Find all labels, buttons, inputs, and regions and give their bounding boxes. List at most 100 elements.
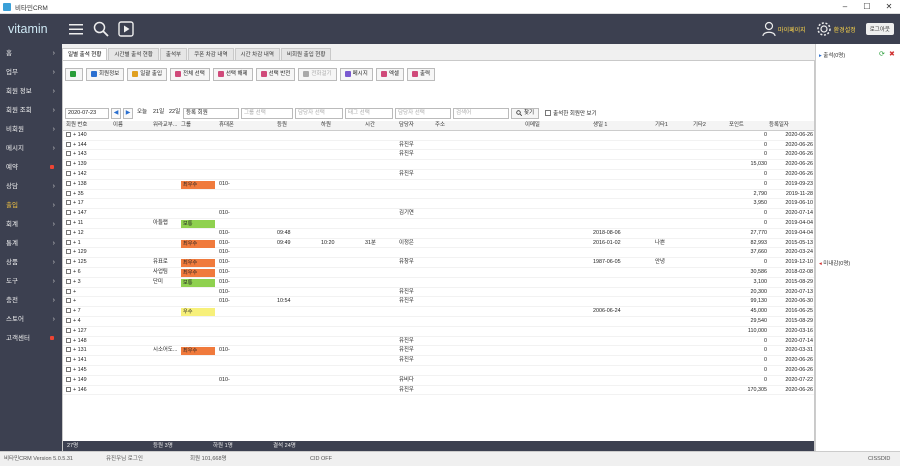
toolbar-button[interactable]: 출력	[406, 67, 436, 81]
day-21[interactable]: 21일	[151, 107, 165, 119]
settings-button[interactable]: 환경설정	[816, 21, 856, 37]
row-checkbox[interactable]	[66, 220, 71, 226]
table-row[interactable]: + 142 유진우 0 2020-06-26	[63, 170, 814, 180]
sidebar-item[interactable]: 회계 ›	[0, 215, 62, 234]
table-row[interactable]: + 125 유표로 최우수 010- 유창우 1987-06-05 안녕 0 2019-12-1…	[63, 258, 814, 268]
sidebar-item[interactable]: 회원 조회 ›	[0, 101, 62, 120]
row-checkbox[interactable]	[66, 131, 71, 137]
row-checkbox[interactable]	[66, 337, 71, 343]
row-checkbox[interactable]	[66, 161, 71, 167]
toolbar-button[interactable]: 일괄 출입	[127, 67, 168, 81]
column-header[interactable]: 회원 번호	[66, 121, 112, 131]
search-button[interactable]: 찾기	[511, 107, 540, 119]
tab[interactable]: 시간별 출석 현황	[108, 48, 159, 60]
minimize-button[interactable]: –	[834, 0, 856, 14]
close-button[interactable]: ✕	[878, 0, 900, 14]
table-row[interactable]: + 147 010- 김기연 0 2020-07-14	[63, 209, 814, 219]
table-row[interactable]: + 148 유진우 0 2020-07-14	[63, 337, 814, 347]
day-22[interactable]: 22일	[167, 107, 181, 119]
tag-select[interactable]: 태그 선택	[345, 107, 393, 119]
row-checkbox[interactable]	[66, 200, 71, 206]
table-row[interactable]: + 010- 10:54 유진우 99,130 2020-06-30	[63, 297, 814, 308]
row-checkbox[interactable]	[66, 171, 71, 177]
manager-select[interactable]: 담당자 선택	[295, 107, 343, 119]
column-header[interactable]: 생일 1	[593, 121, 649, 131]
table-row[interactable]: + 3 단미 보통 010- 3,100 2015-08-29	[63, 278, 814, 288]
row-checkbox[interactable]	[66, 298, 71, 304]
attended-panel-header[interactable]: ▸ 출석(0명)	[819, 51, 845, 59]
row-checkbox[interactable]	[66, 210, 71, 216]
row-checkbox[interactable]	[66, 239, 71, 245]
keyword-input[interactable]: 검색어	[453, 107, 509, 119]
logout-button[interactable]: 로그아웃	[865, 23, 894, 35]
toolbar-button[interactable]: 회원정보	[86, 67, 125, 81]
table-row[interactable]: + 127 110,000 2020-03-16	[63, 327, 814, 337]
row-checkbox[interactable]	[66, 151, 71, 157]
toolbar-button[interactable]: 엑셀	[375, 67, 404, 81]
maximize-button[interactable]: ☐	[856, 0, 878, 14]
row-checkbox[interactable]	[66, 180, 71, 186]
table-row[interactable]: + 6 사업팀 최우수 010- 30,586 2018-02-08	[63, 268, 814, 278]
sidebar-item[interactable]: 고객센터	[0, 329, 62, 348]
sidebar-item[interactable]: 충전 ›	[0, 291, 62, 310]
toolbar-button[interactable]	[65, 67, 83, 81]
column-header[interactable]: 담당자	[399, 121, 431, 131]
row-checkbox[interactable]	[66, 278, 71, 284]
column-header[interactable]: 워라교부...	[153, 121, 181, 131]
sidebar-item[interactable]: 상담 ›	[0, 177, 62, 196]
row-checkbox[interactable]	[66, 318, 71, 324]
row-checkbox[interactable]	[66, 269, 71, 275]
mypage-button[interactable]: 마이페이지	[762, 21, 806, 37]
today-label[interactable]: 오늘	[135, 107, 149, 119]
column-header[interactable]: 그룹	[181, 121, 219, 131]
table-row[interactable]: + 010- 유진우 20,300 2020-07-13	[63, 288, 814, 298]
row-checkbox[interactable]	[66, 288, 71, 294]
tab[interactable]: 일별 출석 현황	[62, 48, 108, 60]
table-row[interactable]: + 139 15,030 2020-06-26	[63, 160, 814, 170]
hamburger-menu-icon[interactable]	[67, 20, 85, 38]
table-row[interactable]: + 143 유진우 0 2020-06-26	[63, 150, 814, 161]
table-row[interactable]: + 140 0 2020-06-26	[63, 131, 814, 141]
row-checkbox[interactable]	[66, 308, 71, 314]
row-checkbox[interactable]	[66, 259, 71, 265]
tab[interactable]: 쿠폰 차감 내역	[188, 48, 234, 60]
table-row[interactable]: + 129 010- 37,660 2020-03-24	[63, 248, 814, 259]
table-row[interactable]: + 12 010- 09:48 2018-08-06 27,770 2019-04-04	[63, 229, 814, 239]
table-row[interactable]: + 4 29,540 2015-08-29	[63, 317, 814, 327]
table-row[interactable]: + 144 유진우 0 2020-06-26	[63, 141, 814, 151]
table-row[interactable]: + 145 0 2020-06-26	[63, 366, 814, 376]
sidebar-item[interactable]: 스토어 ›	[0, 310, 62, 329]
toolbar-button[interactable]: 메시지	[339, 67, 373, 81]
row-checkbox[interactable]	[66, 386, 71, 392]
refresh-icon[interactable]: ⟳	[879, 50, 885, 58]
table-row[interactable]: + 7 우수 2006-06-24 45,000 2016-06-25	[63, 307, 814, 317]
staff-select[interactable]: 담당자 선택	[395, 107, 451, 119]
absent-panel-header[interactable]: ◂ 미내감(0명)	[819, 259, 850, 267]
sidebar-item[interactable]: 홈 ›	[0, 44, 62, 63]
play-video-icon[interactable]	[117, 20, 135, 38]
column-header[interactable]: 이름	[113, 121, 151, 131]
date-picker[interactable]: 2020-07-23	[65, 107, 109, 119]
table-row[interactable]: + 146 유진우 170,305 2020-06-26	[63, 386, 814, 396]
table-row[interactable]: + 138 최우수 010- 0 2019-09-23	[63, 180, 814, 190]
table-row[interactable]: + 35 2,790 2019-11-28	[63, 190, 814, 200]
delete-icon[interactable]: ✖	[889, 50, 895, 58]
row-checkbox[interactable]	[66, 190, 71, 196]
prev-day-button[interactable]: ◀	[111, 107, 121, 119]
row-checkbox[interactable]	[66, 376, 71, 382]
sidebar-item[interactable]: 메시지 ›	[0, 139, 62, 158]
column-header[interactable]: 휴대폰	[219, 121, 275, 131]
member-type-select[interactable]: 등록 회원	[183, 107, 239, 119]
table-row[interactable]: + 149 010- 유비다 0 2020-07-22	[63, 376, 814, 386]
toolbar-button[interactable]: 선택 반전	[255, 67, 296, 81]
table-row[interactable]: + 141 유진우 0 2020-06-26	[63, 356, 814, 366]
tab[interactable]: 시간 차감 내역	[234, 48, 280, 60]
expand-plus-icon[interactable]: +	[73, 298, 76, 304]
toolbar-button[interactable]: 선택 해제	[212, 67, 253, 81]
table-row[interactable]: + 17 3,950 2019-06-10	[63, 199, 814, 210]
sidebar-item[interactable]: 업무 ›	[0, 63, 62, 82]
column-header[interactable]: 등원	[277, 121, 317, 131]
table-row[interactable]: + 11 아들랩 보통 0 2019-04-04	[63, 219, 814, 229]
sidebar-item[interactable]: 상품 ›	[0, 253, 62, 272]
column-header[interactable]: 이메일	[525, 121, 591, 131]
